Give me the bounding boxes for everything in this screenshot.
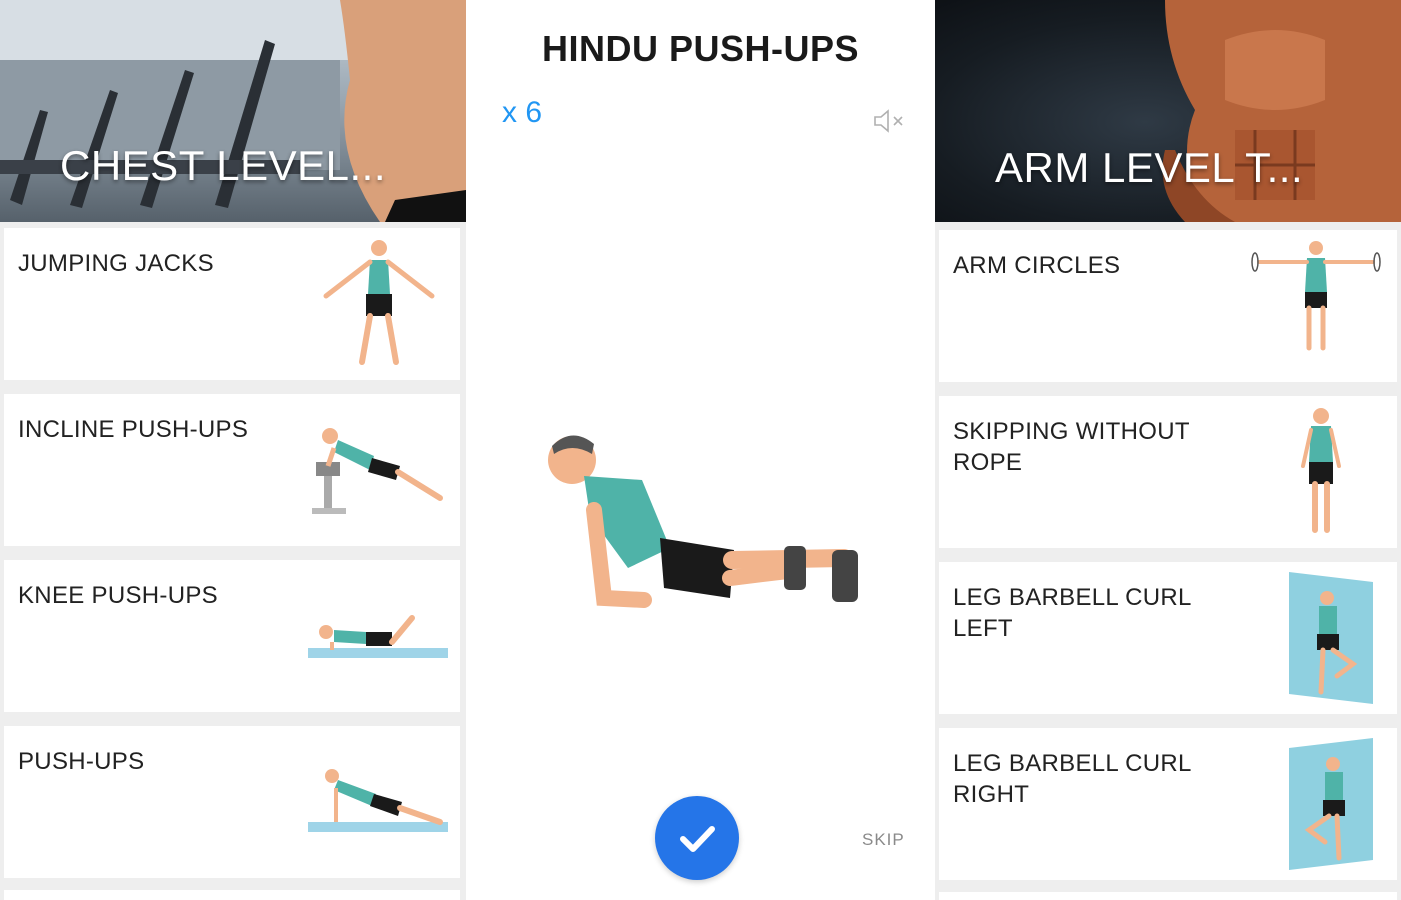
volume-mute-icon[interactable] xyxy=(872,108,906,134)
exercise-card[interactable]: INCLINE PUSH-UPS xyxy=(4,394,460,546)
exercise-title: HINDU PUSH-UPS xyxy=(541,28,860,69)
exercise-name: LEG BARBELL CURL RIGHT xyxy=(953,750,1191,808)
exercise-card-partial[interactable] xyxy=(939,892,1397,900)
exercise-card-partial[interactable] xyxy=(4,890,460,900)
done-button[interactable] xyxy=(655,796,739,880)
rep-count: x 6 xyxy=(502,96,543,129)
chest-level-title: CHEST LEVEL... xyxy=(60,142,387,189)
exercise-card[interactable]: ARM CIRCLES xyxy=(939,230,1397,382)
app-screens: CHEST LEVEL... JUMPING JACKS INCLINE PUS… xyxy=(0,0,1401,900)
chest-workout-list[interactable]: CHEST LEVEL... JUMPING JACKS INCLINE PUS… xyxy=(0,0,466,900)
exercise-name: PUSH-UPS xyxy=(18,748,145,775)
incline-pushups-figure xyxy=(312,428,443,514)
arm-hero-banner: ARM LEVEL T... xyxy=(935,0,1401,222)
arm-workout-list[interactable]: ARM LEVEL T... ARM CIRCLES SKIPPING WITH… xyxy=(935,0,1401,900)
exercise-card[interactable]: PUSH-UPS xyxy=(4,726,460,878)
exercise-card[interactable]: KNEE PUSH-UPS xyxy=(4,560,460,712)
skipping-figure xyxy=(1301,408,1341,533)
exercise-name: JUMPING JACKS xyxy=(18,250,214,277)
exercise-card[interactable]: LEG BARBELL CURL RIGHT xyxy=(939,728,1397,880)
exercise-name: LEG BARBELL CURL LEFT xyxy=(953,584,1191,642)
exercise-card[interactable]: SKIPPING WITHOUT ROPE xyxy=(939,396,1397,548)
exercise-detail-screen: HINDU PUSH-UPS x 6 SKIP xyxy=(466,0,935,900)
pushups-figure xyxy=(308,769,448,832)
leg-barbell-curl-left-figure xyxy=(1289,572,1373,704)
arm-level-title: ARM LEVEL T... xyxy=(995,144,1304,191)
exercise-name: INCLINE PUSH-UPS xyxy=(18,416,249,443)
exercise-name: SKIPPING WITHOUT ROPE xyxy=(953,418,1190,476)
hindu-pushups-figure xyxy=(548,435,858,608)
leg-barbell-curl-right-figure xyxy=(1289,738,1373,870)
jumping-jacks-figure xyxy=(323,240,435,365)
exercise-card[interactable]: LEG BARBELL CURL LEFT xyxy=(939,562,1397,714)
checkmark-icon xyxy=(680,826,715,852)
exercise-name: ARM CIRCLES xyxy=(953,252,1121,279)
exercise-name: KNEE PUSH-UPS xyxy=(18,582,218,609)
exercise-card[interactable]: JUMPING JACKS xyxy=(4,228,460,380)
knee-pushups-figure xyxy=(308,615,448,658)
skip-button[interactable]: SKIP xyxy=(862,830,905,850)
arm-circles-figure xyxy=(1251,241,1381,351)
chest-hero-banner: CHEST LEVEL... xyxy=(0,0,466,222)
